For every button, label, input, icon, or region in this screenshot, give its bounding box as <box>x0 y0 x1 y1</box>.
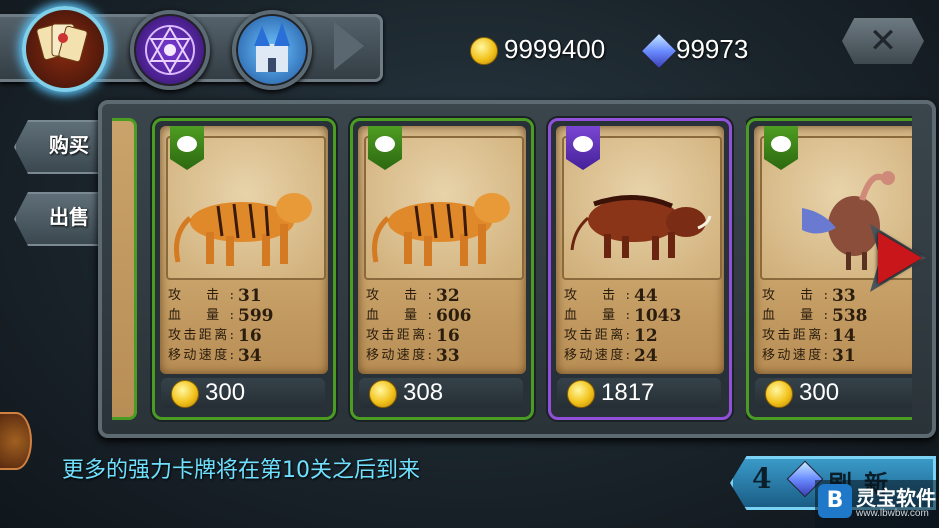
stat-value: 31 <box>832 346 856 366</box>
stat-label: 血 量: <box>168 308 234 323</box>
gold-coin-icon <box>369 380 397 408</box>
price-button[interactable]: 1817 <box>557 378 721 408</box>
stat-label: 攻 击: <box>366 288 432 303</box>
stat-label: 攻击距离: <box>168 328 234 343</box>
stat-label: 攻击距离: <box>564 328 630 343</box>
stat-value: 31 <box>238 286 262 306</box>
gold-coin-icon <box>765 380 793 408</box>
unlock-message: 更多的强力卡牌将在第10关之后到来 <box>62 458 420 483</box>
stat-value: 14 <box>832 326 856 346</box>
watermark-url: www.lbwbw.com <box>856 508 929 519</box>
watermark-logo-icon: B <box>818 484 852 518</box>
stat-value: 1043 <box>634 306 682 326</box>
tab-cards[interactable] <box>22 6 108 92</box>
gold-coin-icon <box>567 380 595 408</box>
stat-value: 16 <box>436 326 460 346</box>
card-stats: 攻 击: 44 血 量: 1043 攻击距离: 12 移动速度: 24 <box>564 286 720 366</box>
stat-label: 血 量: <box>366 308 432 323</box>
skull-icon <box>771 136 791 152</box>
stat-label: 移动速度: <box>366 348 432 363</box>
price-value: 1817 <box>601 379 655 406</box>
card-face: 攻 击: 44 血 量: 1043 攻击距离: 12 移动速度: 24 <box>556 126 724 374</box>
stat-value: 24 <box>634 346 658 366</box>
gold-coin-icon <box>470 37 498 65</box>
gold-amount: 9999400 <box>504 34 606 64</box>
stat-label: 移动速度: <box>564 348 630 363</box>
stat-value: 33 <box>832 286 856 306</box>
eye-icon <box>177 136 197 152</box>
eye-icon <box>375 136 395 152</box>
scroll-right-arrow-icon[interactable] <box>878 232 922 284</box>
stat-label: 攻 击: <box>564 288 630 303</box>
stat-label: 攻击距离: <box>762 328 828 343</box>
cards-icon <box>36 23 88 63</box>
magic-circle-icon <box>145 25 195 75</box>
stat-label: 血 量: <box>762 308 828 323</box>
stat-label: 攻 击: <box>762 288 828 303</box>
card-stats: 攻 击: 33 血 量: 538 攻击距离: 14 移动速度: 31 <box>762 286 912 366</box>
castle-icon <box>254 22 290 72</box>
stat-label: 攻 击: <box>168 288 234 303</box>
price-value: 300 <box>799 379 840 406</box>
stat-label: 攻击距离: <box>366 328 432 343</box>
stat-value: 16 <box>238 326 262 346</box>
refresh-count: 4 <box>752 462 772 495</box>
stat-label: 移动速度: <box>168 348 234 363</box>
price-value: 308 <box>403 379 444 406</box>
card-stats: 攻 击: 32 血 量: 606 攻击距离: 16 移动速度: 33 <box>366 286 522 366</box>
stat-value: 12 <box>634 326 658 346</box>
tab-castle[interactable] <box>232 10 312 90</box>
gem-amount: 99973 <box>676 34 749 64</box>
card-partial[interactable] <box>112 118 137 420</box>
stat-value: 599 <box>238 306 274 326</box>
stat-value: 33 <box>436 346 460 366</box>
stat-value: 606 <box>436 306 472 326</box>
gem-icon <box>640 32 678 70</box>
card-boar[interactable]: 攻 击: 44 血 量: 1043 攻击距离: 12 移动速度: 24 1817 <box>548 118 732 420</box>
card-face: 攻 击: 32 血 量: 606 攻击距离: 16 移动速度: 33 <box>358 126 526 374</box>
price-value: 300 <box>205 379 246 406</box>
price-button[interactable]: 300 <box>161 378 325 408</box>
close-icon: ✕ <box>868 21 898 61</box>
price-button[interactable]: 300 <box>755 378 912 408</box>
tabs-next-arrow[interactable] <box>334 22 364 70</box>
stat-value: 34 <box>238 346 262 366</box>
eye-icon <box>573 136 593 152</box>
stat-value: 32 <box>436 286 460 306</box>
card-tiger-1[interactable]: 攻 击: 31 血 量: 599 攻击距离: 16 移动速度: 34 300 <box>152 118 336 420</box>
stat-label: 移动速度: <box>762 348 828 363</box>
gold-coin-icon <box>171 380 199 408</box>
chest-icon[interactable] <box>0 412 32 470</box>
watermark-name: 灵宝软件 <box>856 486 936 510</box>
card-tiger-2[interactable]: 攻 击: 32 血 量: 606 攻击距离: 16 移动速度: 33 308 <box>350 118 534 420</box>
card-stats: 攻 击: 31 血 量: 599 攻击距离: 16 移动速度: 34 <box>168 286 324 366</box>
stat-value: 538 <box>832 306 868 326</box>
stat-label: 血 量: <box>564 308 630 323</box>
tab-magic[interactable] <box>130 10 210 90</box>
price-button[interactable]: 308 <box>359 378 523 408</box>
card-face: 攻 击: 31 血 量: 599 攻击距离: 16 移动速度: 34 <box>160 126 328 374</box>
close-button[interactable]: ✕ <box>842 18 924 64</box>
stat-value: 44 <box>634 286 658 306</box>
